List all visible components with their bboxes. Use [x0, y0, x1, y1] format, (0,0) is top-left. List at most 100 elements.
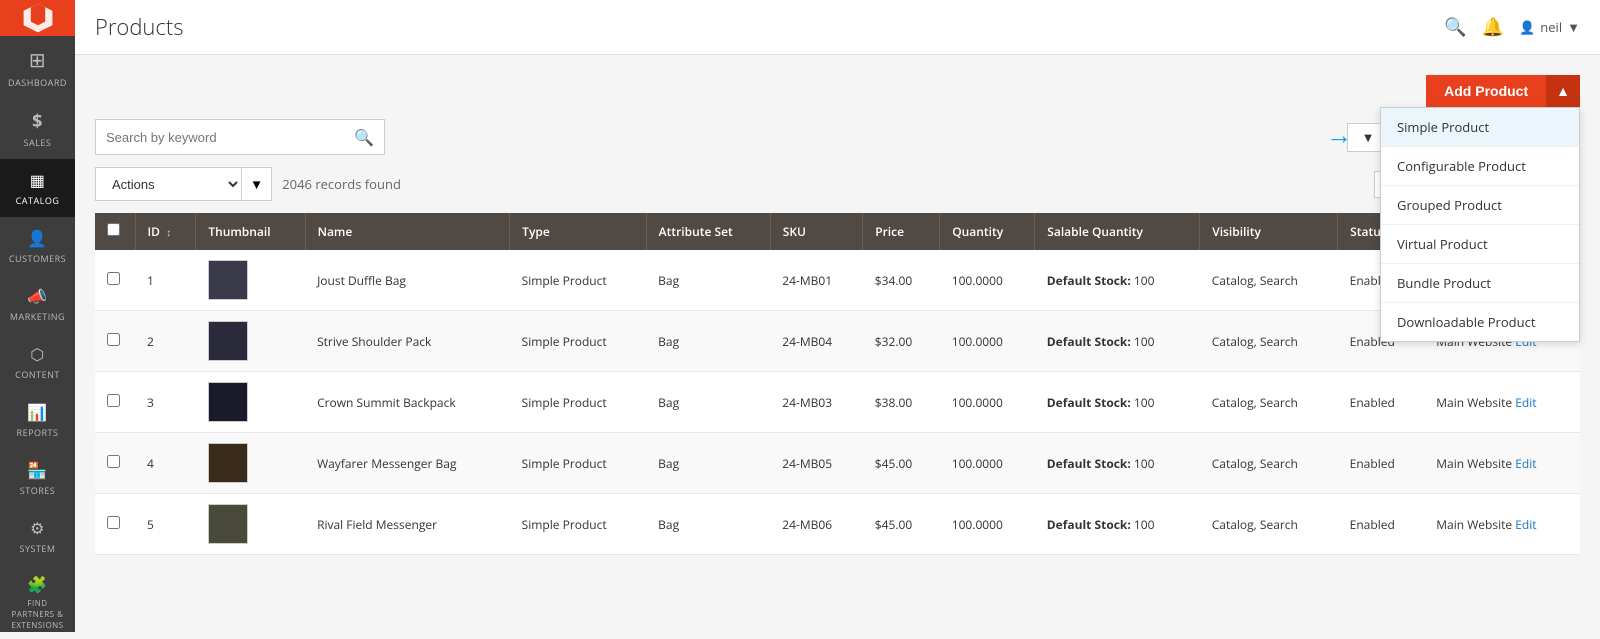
thumbnail-image — [208, 443, 248, 483]
select-all-checkbox[interactable] — [107, 223, 120, 236]
cell-attribute-set: Bag — [646, 372, 770, 433]
th-thumbnail: Thumbnail — [196, 213, 305, 250]
cell-id: 4 — [135, 433, 196, 494]
cell-website: Main Website Edit — [1424, 494, 1580, 555]
actions-left: Actions Delete Change Status Update Attr… — [95, 167, 401, 201]
table-row: 4 Wayfarer Messenger Bag Simple Product … — [95, 433, 1580, 494]
cell-sku: 24-MB06 — [770, 494, 862, 555]
add-product-button[interactable]: Add Product — [1426, 75, 1546, 107]
row-checkbox[interactable] — [107, 455, 120, 468]
thumbnail-image — [208, 260, 248, 300]
cell-salable-quantity: Default Stock: 100 — [1035, 494, 1200, 555]
add-product-group: Add Product ▲ → Simple Product Configura… — [1426, 75, 1580, 107]
filters-row: 🔍 ▼ Filters 👁 Default View ▼ — [95, 119, 1580, 155]
sidebar-item-sales[interactable]: $ Sales — [0, 99, 75, 159]
table-row: 3 Crown Summit Backpack Simple Product B… — [95, 372, 1580, 433]
cell-sku: 24-MB03 — [770, 372, 862, 433]
th-attribute-set[interactable]: Attribute Set — [646, 213, 770, 250]
sidebar-item-reports[interactable]: 📊 Reports — [0, 391, 75, 449]
dropdown-item-configurable[interactable]: Configurable Product — [1381, 147, 1579, 186]
products-table: ID ↕ Thumbnail Name Type Attribute Set S… — [95, 213, 1580, 555]
toolbar: Add Product ▲ → Simple Product Configura… — [95, 75, 1580, 107]
content-icon: ⬡ — [30, 343, 44, 365]
th-visibility[interactable]: Visibility — [1200, 213, 1338, 250]
catalog-icon: ▦ — [30, 169, 46, 191]
th-type[interactable]: Type — [510, 213, 647, 250]
th-name[interactable]: Name — [305, 213, 510, 250]
th-id[interactable]: ID ↕ — [135, 213, 196, 250]
sidebar-item-dashboard-label: Dashboard — [8, 76, 67, 89]
search-icon[interactable]: 🔍 — [354, 126, 374, 148]
row-checkbox[interactable] — [107, 516, 120, 529]
sidebar-item-content[interactable]: ⬡ Content — [0, 333, 75, 391]
row-checkbox[interactable] — [107, 394, 120, 407]
cell-salable-quantity: Default Stock: 100 — [1035, 250, 1200, 311]
reports-icon: 📊 — [27, 401, 47, 423]
user-name: neil — [1540, 18, 1562, 36]
actions-select[interactable]: Actions Delete Change Status Update Attr… — [95, 167, 242, 201]
edit-link[interactable]: Edit — [1515, 455, 1536, 472]
bell-icon[interactable]: 🔔 — [1482, 15, 1504, 39]
sidebar-item-customers[interactable]: 👤 Customers — [0, 217, 75, 275]
edit-link[interactable]: Edit — [1515, 516, 1536, 533]
row-checkbox[interactable] — [107, 333, 120, 346]
sort-icon-id: ↕ — [166, 225, 171, 239]
cell-type: Simple Product — [510, 250, 647, 311]
sidebar-item-dashboard[interactable]: ⊞ Dashboard — [0, 36, 75, 99]
table-row: 5 Rival Field Messenger Simple Product B… — [95, 494, 1580, 555]
sidebar-item-catalog[interactable]: ▦ Catalog — [0, 159, 75, 217]
cell-thumbnail — [196, 494, 305, 555]
cell-name: Wayfarer Messenger Bag — [305, 433, 510, 494]
row-checkbox[interactable] — [107, 272, 120, 285]
thumbnail-image — [208, 321, 248, 361]
cell-status: Enabled — [1338, 372, 1425, 433]
user-dropdown-icon: ▼ — [1567, 18, 1580, 36]
sidebar-item-stores[interactable]: 🏪 Stores — [0, 449, 75, 507]
cell-price: $32.00 — [863, 311, 940, 372]
search-input[interactable] — [106, 130, 354, 145]
cell-visibility: Catalog, Search — [1200, 250, 1338, 311]
add-product-dropdown: → Simple Product Configurable Product Gr… — [1380, 107, 1580, 342]
cell-attribute-set: Bag — [646, 494, 770, 555]
cell-quantity: 100.0000 — [940, 372, 1035, 433]
cell-id: 5 — [135, 494, 196, 555]
actions-select-group: Actions Delete Change Status Update Attr… — [95, 167, 272, 201]
thumbnail-image — [208, 504, 248, 544]
top-header: Products 🔍 🔔 👤 neil ▼ — [75, 0, 1600, 55]
sidebar-item-customers-label: Customers — [9, 252, 66, 265]
actions-arrow-button[interactable]: ▼ — [242, 167, 272, 201]
actions-row: Actions Delete Change Status Update Attr… — [95, 167, 1580, 201]
dropdown-item-downloadable[interactable]: Downloadable Product — [1381, 303, 1579, 341]
th-quantity[interactable]: Quantity — [940, 213, 1035, 250]
sales-icon: $ — [32, 109, 43, 133]
sidebar-item-find-partners-label: Find Partners & Extensions — [5, 598, 70, 631]
th-salable-quantity[interactable]: Salable Quantity — [1035, 213, 1200, 250]
table-row: 2 Strive Shoulder Pack Simple Product Ba… — [95, 311, 1580, 372]
cell-attribute-set: Bag — [646, 250, 770, 311]
cell-quantity: 100.0000 — [940, 494, 1035, 555]
user-menu[interactable]: 👤 neil ▼ — [1519, 18, 1580, 36]
th-sku[interactable]: SKU — [770, 213, 862, 250]
sidebar-logo[interactable] — [0, 0, 75, 36]
dropdown-item-bundle[interactable]: Bundle Product — [1381, 264, 1579, 303]
cell-quantity: 100.0000 — [940, 311, 1035, 372]
add-product-arrow-button[interactable]: ▲ — [1546, 75, 1580, 107]
cell-type: Simple Product — [510, 494, 647, 555]
customers-icon: 👤 — [27, 227, 47, 249]
sidebar-item-find-partners[interactable]: 🧩 Find Partners & Extensions — [0, 565, 75, 639]
sidebar-item-system[interactable]: ⚙ System — [0, 507, 75, 565]
cell-id: 1 — [135, 250, 196, 311]
table-row: 1 Joust Duffle Bag Simple Product Bag 24… — [95, 250, 1580, 311]
dropdown-item-simple[interactable]: Simple Product — [1381, 108, 1579, 147]
sidebar-item-marketing[interactable]: 📣 Marketing — [0, 275, 75, 333]
cell-quantity: 100.0000 — [940, 250, 1035, 311]
edit-link[interactable]: Edit — [1515, 394, 1536, 411]
cell-website: Main Website Edit — [1424, 433, 1580, 494]
th-price[interactable]: Price — [863, 213, 940, 250]
dropdown-item-grouped[interactable]: Grouped Product — [1381, 186, 1579, 225]
user-avatar-icon: 👤 — [1519, 18, 1535, 36]
cell-visibility: Catalog, Search — [1200, 311, 1338, 372]
cell-name: Crown Summit Backpack — [305, 372, 510, 433]
dropdown-item-virtual[interactable]: Virtual Product — [1381, 225, 1579, 264]
search-header-icon[interactable]: 🔍 — [1444, 15, 1466, 39]
